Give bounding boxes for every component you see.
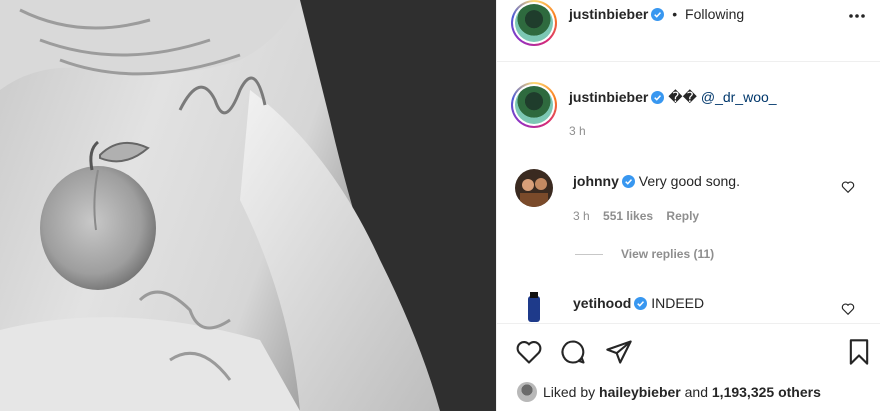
comment-like-heart-icon[interactable] bbox=[841, 180, 855, 194]
comment-body: INDEED bbox=[651, 295, 705, 311]
post-header: justinbieber • Following bbox=[497, 0, 880, 62]
save-bookmark-icon[interactable] bbox=[845, 338, 873, 366]
comment-body: Very good song. bbox=[638, 173, 740, 189]
verified-badge-icon bbox=[651, 91, 665, 104]
more-options-icon[interactable] bbox=[847, 8, 867, 24]
comment-bubble-icon[interactable] bbox=[559, 338, 587, 366]
verified-badge-icon bbox=[634, 297, 648, 310]
likes-connector: and bbox=[684, 384, 708, 400]
like-heart-icon[interactable] bbox=[515, 338, 543, 366]
comment-text: yetihood INDEED bbox=[573, 295, 823, 311]
liker-username[interactable]: haileybieber bbox=[599, 384, 681, 400]
likes-others-count[interactable]: 1,193,325 others bbox=[712, 384, 821, 400]
comment-likes-count[interactable]: 551 likes bbox=[603, 209, 653, 223]
caption-author-avatar[interactable] bbox=[511, 82, 557, 128]
post-details-panel: justinbieber • Following justinbieber ��… bbox=[496, 0, 880, 411]
caption-username[interactable]: justinbieber bbox=[569, 89, 648, 105]
caption-text: justinbieber �� @_dr_woo_ bbox=[569, 89, 859, 106]
comment-timestamp: 3 h bbox=[573, 209, 590, 223]
header-separator: • bbox=[672, 6, 678, 22]
tattoo-photo-illustration bbox=[0, 0, 496, 411]
share-paper-plane-icon[interactable] bbox=[605, 338, 633, 366]
following-button[interactable]: Following bbox=[685, 6, 744, 22]
caption-emoji: �� bbox=[668, 89, 697, 105]
comment-text: johnny Very good song. bbox=[573, 173, 823, 189]
view-replies-button[interactable]: View replies (11) bbox=[575, 247, 714, 261]
caption-mention-link[interactable]: @_dr_woo_ bbox=[701, 89, 777, 105]
replies-divider bbox=[575, 253, 603, 255]
liker-avatar[interactable] bbox=[517, 382, 537, 402]
commenter-avatar-johnny[interactable] bbox=[515, 169, 553, 207]
author-avatar[interactable] bbox=[511, 0, 557, 46]
comment-username[interactable]: yetihood bbox=[573, 295, 631, 311]
author-username[interactable]: justinbieber bbox=[569, 6, 648, 22]
commenter-photo bbox=[515, 169, 553, 207]
likes-prefix: Liked by bbox=[543, 384, 596, 400]
comment-like-heart-icon[interactable] bbox=[841, 302, 855, 316]
header-text: justinbieber • Following bbox=[569, 6, 744, 22]
post-actions-bar: Liked by haileybieber and 1,193,325 othe… bbox=[497, 323, 880, 411]
view-replies-label: View replies (11) bbox=[621, 247, 715, 261]
caption-timestamp: 3 h bbox=[569, 124, 586, 138]
comment-meta: 3 h 551 likes Reply bbox=[573, 209, 709, 223]
reply-button[interactable]: Reply bbox=[666, 209, 699, 223]
post-photo[interactable] bbox=[0, 0, 496, 411]
comment-username[interactable]: johnny bbox=[573, 173, 619, 189]
likes-summary: Liked by haileybieber and 1,193,325 othe… bbox=[517, 382, 821, 402]
verified-badge-icon bbox=[651, 8, 665, 21]
verified-badge-icon bbox=[621, 175, 635, 188]
